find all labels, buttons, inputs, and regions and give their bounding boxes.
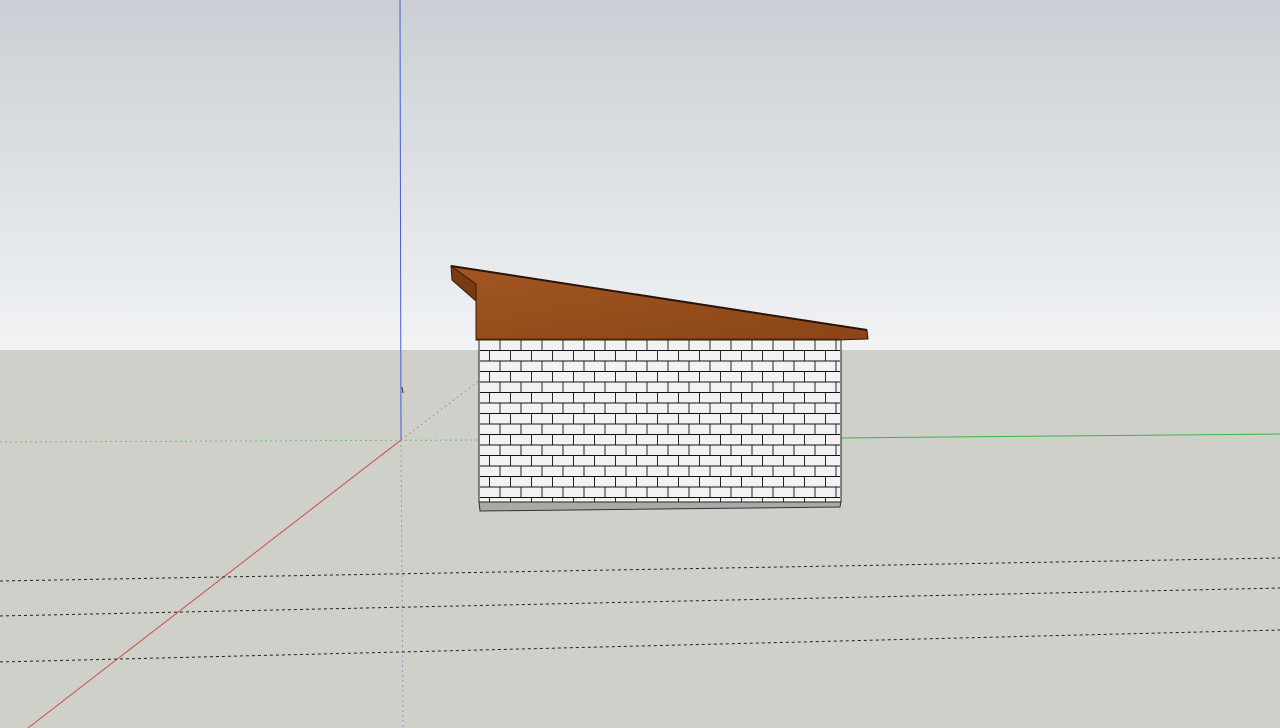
brick-wall[interactable] — [478, 338, 842, 503]
modeling-viewport[interactable] — [0, 0, 1280, 728]
3d-scene-canvas[interactable] — [0, 0, 1280, 728]
